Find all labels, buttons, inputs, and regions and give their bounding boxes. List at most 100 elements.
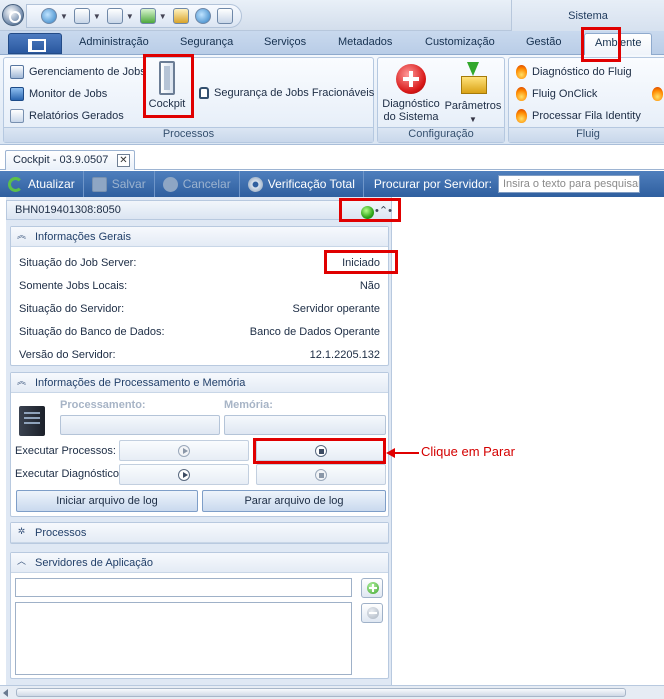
layout-icon[interactable] bbox=[106, 8, 123, 24]
diagnostico-sistema-button[interactable]: Diagnóstico do Sistema bbox=[380, 64, 442, 124]
diagnostico-fluig-button[interactable]: Diagnóstico do Fluig bbox=[516, 65, 632, 79]
cockpit-toolbar: Atualizar Salvar Cancelar Verificação To… bbox=[0, 171, 664, 197]
chevron-down-icon[interactable]: ▼ bbox=[60, 12, 68, 21]
section-processos: ✲ Processos bbox=[10, 522, 389, 544]
parametros-button[interactable]: Parâmetros ▼ bbox=[442, 62, 504, 126]
relatorios-gerados-button[interactable]: Relatórios Gerados bbox=[10, 109, 124, 123]
tab-gestao[interactable]: Gestão bbox=[526, 36, 561, 48]
collapse-icon[interactable]: ︿ bbox=[16, 557, 27, 568]
document-tab-title: Cockpit - 03.9.0507 bbox=[13, 154, 109, 166]
title-bar: ▼ ▼ ▼ ▼ Sistema bbox=[0, 0, 664, 31]
section-header-processos[interactable]: ✲ Processos bbox=[11, 523, 388, 543]
chevron-down-icon[interactable]: ▼ bbox=[126, 12, 134, 21]
remove-icon bbox=[367, 607, 379, 619]
tab-metadados[interactable]: Metadados bbox=[338, 36, 392, 48]
save-icon bbox=[91, 176, 107, 192]
iniciar-log-button[interactable]: Iniciar arquivo de log bbox=[16, 490, 198, 512]
stop-icon bbox=[315, 469, 327, 481]
fluig-icon bbox=[516, 87, 527, 101]
scroll-left-icon[interactable] bbox=[3, 689, 8, 697]
monitor-jobs-button[interactable]: Monitor de Jobs bbox=[10, 87, 107, 101]
run-icon[interactable] bbox=[139, 8, 156, 24]
iniciar-processos-button[interactable] bbox=[119, 440, 249, 461]
globe-icon[interactable] bbox=[41, 8, 57, 24]
tab-seguranca[interactable]: Segurança bbox=[180, 36, 233, 48]
cancel-icon bbox=[162, 176, 178, 192]
verificacao-total-label: Verificação Total bbox=[267, 177, 355, 191]
info-value: Banco de Dados Operante bbox=[249, 326, 380, 338]
fluig-icon bbox=[516, 109, 527, 123]
server-name: BHN019401308:8050 bbox=[15, 204, 121, 216]
add-server-button[interactable] bbox=[361, 578, 383, 598]
tab-servicos[interactable]: Serviços bbox=[264, 36, 306, 48]
file-menu-button[interactable] bbox=[8, 33, 62, 54]
scrollbar-thumb[interactable] bbox=[16, 688, 626, 697]
diagnostico-fluig-label: Diagnóstico do Fluig bbox=[532, 66, 632, 78]
gerenciamento-jobs-button[interactable]: Gerenciamento de Jobs bbox=[10, 65, 146, 79]
highlight-ambiente-tab bbox=[581, 27, 621, 62]
salvar-button[interactable]: Salvar bbox=[84, 171, 155, 197]
section-title: Informações Gerais bbox=[35, 230, 131, 243]
diagnostico-label-2: do Sistema bbox=[383, 111, 439, 123]
remove-server-button[interactable] bbox=[361, 603, 383, 623]
executar-diagnostico-label: Executar Diagnóstico: bbox=[15, 468, 122, 480]
executar-processos-label: Executar Processos: bbox=[15, 445, 116, 457]
verificacao-total-button[interactable]: Verificação Total bbox=[240, 171, 364, 197]
section-header-processamento[interactable]: ︽ Informações de Processamento e Memória bbox=[11, 373, 388, 393]
collapse-icon[interactable]: ︽ bbox=[16, 377, 27, 388]
network-icon[interactable] bbox=[194, 8, 211, 24]
collapse-icon[interactable]: ︽ bbox=[16, 231, 27, 242]
seguranca-jobs-label: Segurança de Jobs Fracionáveis bbox=[214, 87, 375, 99]
tab-customizacao[interactable]: Customização bbox=[425, 36, 495, 48]
section-header-servidores[interactable]: ︿ Servidores de Aplicação bbox=[11, 553, 388, 573]
processar-fila-button[interactable]: Processar Fila Identity bbox=[516, 109, 641, 123]
parar-log-button[interactable]: Parar arquivo de log bbox=[202, 490, 386, 512]
info-label: Versão do Servidor: bbox=[19, 349, 116, 361]
tab-administracao[interactable]: Administração bbox=[79, 36, 149, 48]
cancelar-label: Cancelar bbox=[182, 177, 231, 191]
medical-cross-icon bbox=[396, 64, 426, 94]
server-search-input[interactable] bbox=[497, 175, 640, 193]
servidores-list[interactable] bbox=[15, 602, 352, 675]
app-menu-icon[interactable] bbox=[2, 4, 24, 26]
fluig-icon bbox=[516, 65, 527, 79]
group-configuracao: Diagnóstico do Sistema Parâmetros ▼ Conf… bbox=[377, 57, 505, 143]
document-tab-cockpit[interactable]: Cockpit - 03.9.0507 ✕ bbox=[5, 150, 135, 170]
fluig-icon[interactable] bbox=[652, 87, 663, 101]
parameters-icon bbox=[457, 62, 489, 94]
tools-icon[interactable] bbox=[172, 8, 189, 24]
cancelar-button[interactable]: Cancelar bbox=[155, 171, 240, 197]
server-icon bbox=[19, 406, 45, 436]
iniciar-diagnostico-button[interactable] bbox=[119, 464, 249, 485]
salvar-label: Salvar bbox=[111, 177, 146, 191]
section-title: Informações de Processamento e Memória bbox=[35, 376, 246, 389]
monitor-jobs-label: Monitor de Jobs bbox=[29, 88, 108, 100]
processamento-bar bbox=[60, 415, 220, 435]
section-servidores-aplicacao: ︿ Servidores de Aplicação bbox=[10, 552, 389, 679]
server-header[interactable]: BHN019401308:8050 •⌃• bbox=[6, 200, 392, 220]
chevron-down-icon[interactable]: ▼ bbox=[93, 12, 101, 21]
copy-window-icon[interactable] bbox=[216, 8, 233, 24]
window-icon[interactable] bbox=[73, 8, 90, 24]
highlight-status-indicator bbox=[339, 198, 401, 222]
close-icon[interactable]: ✕ bbox=[117, 154, 130, 167]
refresh-icon bbox=[8, 176, 23, 192]
highlight-iniciado-status bbox=[324, 250, 398, 274]
list-icon bbox=[10, 65, 24, 79]
chevron-down-icon[interactable]: ▼ bbox=[159, 12, 167, 21]
atualizar-label: Atualizar bbox=[28, 177, 75, 191]
section-header-informacoes-gerais[interactable]: ︽ Informações Gerais bbox=[11, 227, 388, 247]
parametros-label: Parâmetros bbox=[444, 100, 502, 112]
servidor-input[interactable] bbox=[15, 578, 352, 597]
fluig-onclick-label: Fluig OnClick bbox=[532, 88, 598, 100]
highlight-parar-button bbox=[253, 438, 386, 464]
expand-icon[interactable]: ✲ bbox=[16, 527, 27, 538]
atualizar-button[interactable]: Atualizar bbox=[0, 171, 84, 197]
horizontal-scrollbar[interactable] bbox=[0, 685, 664, 699]
fluig-onclick-button[interactable]: Fluig OnClick bbox=[516, 87, 597, 101]
seguranca-jobs-button[interactable]: Segurança de Jobs Fracionáveis bbox=[199, 87, 374, 99]
search-label: Procurar por Servidor: bbox=[373, 177, 492, 191]
report-icon bbox=[10, 109, 24, 123]
section-title: Processos bbox=[35, 526, 87, 539]
parar-diagnostico-button[interactable] bbox=[256, 464, 386, 485]
